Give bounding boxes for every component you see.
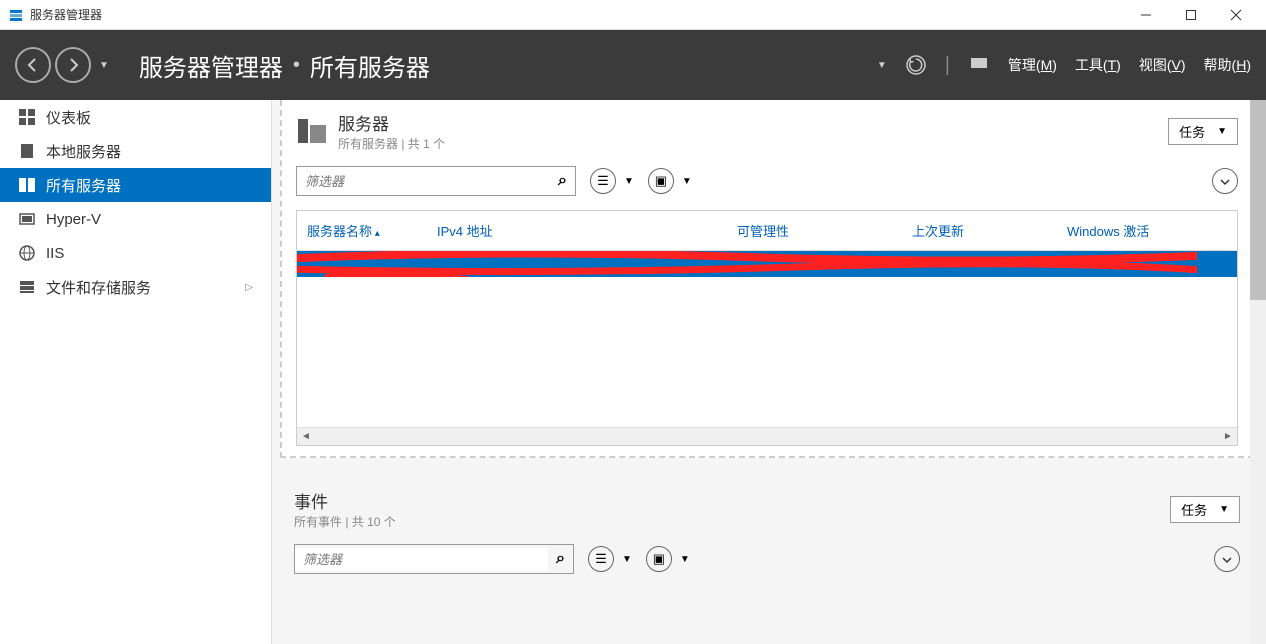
hyperv-icon — [18, 210, 36, 228]
servers-filter-input[interactable] — [297, 170, 550, 193]
expand-button[interactable] — [1214, 546, 1240, 572]
vertical-scrollbar[interactable] — [1250, 100, 1266, 644]
breadcrumb: 服务器管理器 • 所有服务器 — [139, 48, 877, 83]
servers-subtitle: 所有服务器 | 共 1 个 — [338, 135, 1168, 152]
nav-buttons: ▼ — [15, 47, 109, 83]
iis-icon — [18, 244, 36, 262]
breadcrumb-dropdown[interactable]: ▼ — [877, 60, 887, 71]
storage-icon — [18, 278, 36, 296]
events-filter-input[interactable] — [295, 548, 548, 571]
horizontal-scrollbar[interactable]: ◄ ► — [297, 427, 1237, 445]
expand-button[interactable] — [1212, 168, 1238, 194]
save-query-button[interactable]: ▣ — [648, 168, 674, 194]
servers-tasks-button[interactable]: 任务 ▼ — [1168, 118, 1238, 145]
filter-options-button[interactable]: ☰ — [590, 168, 616, 194]
events-tasks-button[interactable]: 任务 ▼ — [1170, 496, 1240, 523]
sidebar: 仪表板 本地服务器 所有服务器 Hyper-V IIS 文件和存储服务 ▷ — [0, 100, 272, 644]
column-activation[interactable]: Windows 激活 — [1057, 217, 1159, 244]
events-filter-wrap: ⌕ — [294, 544, 574, 574]
window-title: 服务器管理器 — [30, 6, 1123, 23]
view-menu[interactable]: 视图(V) — [1139, 55, 1186, 75]
header-right: ▼ | 管理(M) 工具(T) 视图(V) 帮助(H) — [877, 54, 1251, 77]
sidebar-item-storage[interactable]: 文件和存储服务 ▷ — [0, 270, 271, 304]
sidebar-item-local-server[interactable]: 本地服务器 — [0, 134, 271, 168]
content-area: 服务器 所有服务器 | 共 1 个 任务 ▼ ⌕ ☰ ▼ ▣ ▼ — [272, 100, 1266, 644]
column-ipv4[interactable]: IPv4 地址 — [427, 217, 727, 244]
scroll-right-icon[interactable]: ► — [1219, 428, 1237, 445]
minimize-button[interactable] — [1123, 0, 1168, 30]
scrollbar-thumb[interactable] — [1250, 100, 1266, 300]
chevron-down-icon[interactable]: ▼ — [682, 176, 692, 187]
servers-section-header: 服务器 所有服务器 | 共 1 个 任务 ▼ — [296, 110, 1238, 152]
window-controls — [1123, 0, 1258, 30]
sidebar-item-all-servers[interactable]: 所有服务器 — [0, 168, 271, 202]
dashboard-icon — [18, 108, 36, 126]
servers-icon — [18, 176, 36, 194]
refresh-button[interactable] — [905, 54, 927, 76]
sidebar-item-label: IIS — [46, 245, 64, 262]
chevron-down-icon: ▼ — [1219, 504, 1229, 515]
events-subtitle: 所有事件 | 共 10 个 — [294, 513, 1170, 530]
redaction-overlay — [297, 251, 1197, 277]
sidebar-item-iis[interactable]: IIS — [0, 236, 271, 270]
save-query-button[interactable]: ▣ — [646, 546, 672, 572]
chevron-down-icon: ▼ — [1217, 126, 1227, 137]
filter-options-button[interactable]: ☰ — [588, 546, 614, 572]
servers-filter-wrap: ⌕ — [296, 166, 576, 196]
sidebar-item-label: 仪表板 — [46, 107, 91, 128]
chevron-down-icon[interactable]: ▼ — [680, 554, 690, 565]
servers-filter-row: ⌕ ☰ ▼ ▣ ▼ — [296, 166, 1238, 196]
search-icon[interactable]: ⌕ — [548, 550, 573, 568]
header-separator: | — [945, 54, 950, 77]
close-button[interactable] — [1213, 0, 1258, 30]
breadcrumb-separator-icon: • — [293, 54, 300, 77]
events-section: 事件 所有事件 | 共 10 个 任务 ▼ ⌕ ☰ ▼ ▣ ▼ — [280, 478, 1254, 598]
servers-title: 服务器 — [338, 110, 1168, 135]
nav-forward-button[interactable] — [55, 47, 91, 83]
sidebar-item-dashboard[interactable]: 仪表板 — [0, 100, 271, 134]
table-header: 服务器名称 IPv4 地址 可管理性 上次更新 Windows 激活 — [297, 211, 1237, 251]
notifications-button[interactable] — [968, 54, 990, 76]
help-menu[interactable]: 帮助(H) — [1204, 55, 1251, 75]
chevron-down-icon[interactable]: ▼ — [624, 176, 634, 187]
app-icon — [8, 7, 24, 23]
tools-menu[interactable]: 工具(T) — [1075, 55, 1121, 75]
maximize-button[interactable] — [1168, 0, 1213, 30]
table-empty-area — [297, 277, 1237, 427]
breadcrumb-current: 所有服务器 — [310, 48, 430, 83]
sidebar-item-label: 所有服务器 — [46, 175, 121, 196]
sidebar-item-hyperv[interactable]: Hyper-V — [0, 202, 271, 236]
header-bar: ▼ 服务器管理器 • 所有服务器 ▼ | 管理(M) 工具(T) 视图(V) 帮… — [0, 30, 1266, 100]
nav-history-dropdown[interactable]: ▼ — [99, 60, 109, 71]
events-filter-row: ⌕ ☰ ▼ ▣ ▼ — [294, 544, 1240, 574]
column-manageability[interactable]: 可管理性 — [727, 217, 902, 244]
chevron-right-icon: ▷ — [245, 282, 253, 293]
scroll-left-icon[interactable]: ◄ — [297, 428, 315, 445]
breadcrumb-root[interactable]: 服务器管理器 — [139, 48, 283, 83]
manage-menu[interactable]: 管理(M) — [1008, 55, 1057, 75]
window-titlebar: 服务器管理器 — [0, 0, 1266, 30]
chevron-down-icon[interactable]: ▼ — [622, 554, 632, 565]
events-title: 事件 — [294, 488, 1170, 513]
servers-table: 服务器名称 IPv4 地址 可管理性 上次更新 Windows 激活 ◄ ► — [296, 210, 1238, 446]
sidebar-item-label: 文件和存储服务 — [46, 277, 151, 298]
servers-section-icon — [296, 115, 328, 147]
search-icon[interactable]: ⌕ — [550, 172, 575, 190]
column-last-update[interactable]: 上次更新 — [902, 217, 1057, 244]
nav-back-button[interactable] — [15, 47, 51, 83]
sidebar-item-label: 本地服务器 — [46, 141, 121, 162]
table-row[interactable] — [297, 251, 1237, 277]
server-icon — [18, 142, 36, 160]
column-server-name[interactable]: 服务器名称 — [297, 217, 427, 244]
sidebar-item-label: Hyper-V — [46, 211, 101, 228]
